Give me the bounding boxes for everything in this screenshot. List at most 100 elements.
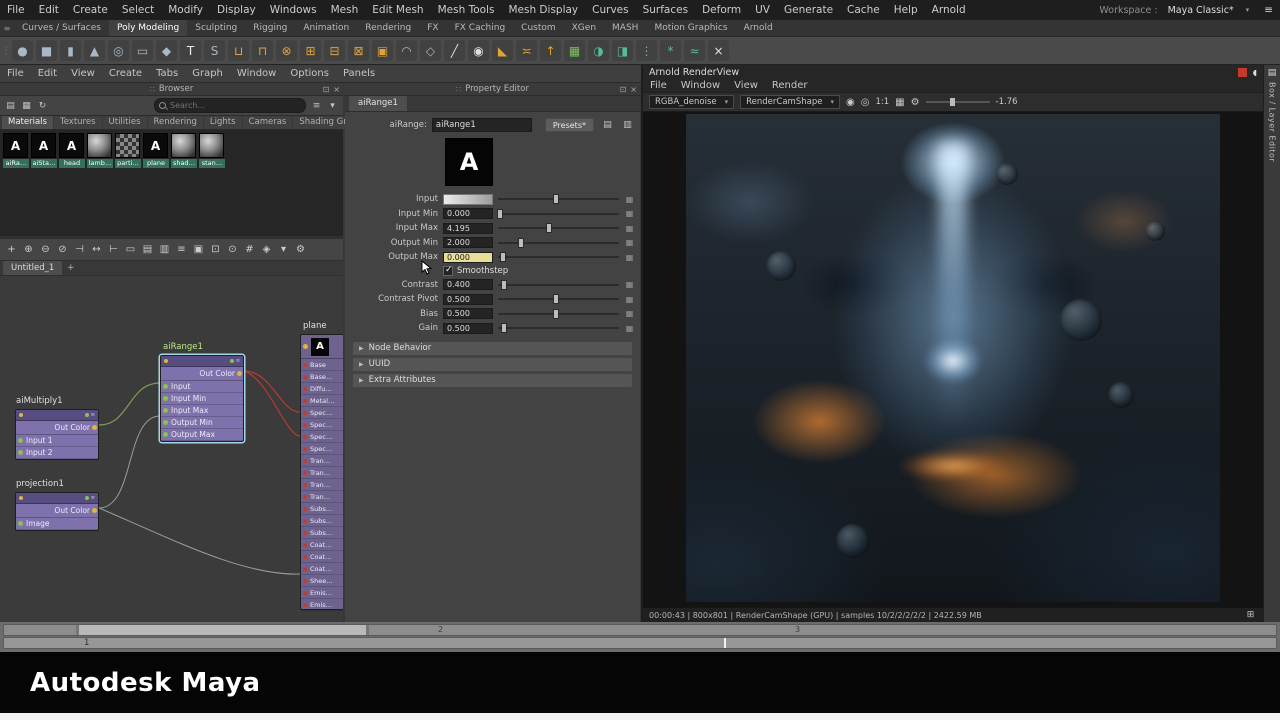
node-name-input[interactable] (432, 118, 532, 132)
node-attr-row[interactable]: Subs… (301, 503, 343, 515)
exposure-slider[interactable] (926, 96, 990, 108)
menu-item[interactable]: Surfaces (636, 0, 695, 20)
property-tab[interactable]: aiRange1 (349, 96, 407, 111)
node-graph-canvas[interactable]: aiRange1 ≡ Out Color InputInput MinInput… (0, 276, 343, 622)
material-swatch[interactable]: plane (143, 133, 169, 168)
menu-item[interactable]: Arnold (925, 0, 973, 20)
snap-icon[interactable]: ◈ (259, 242, 274, 258)
input-port[interactable] (303, 543, 307, 547)
slider-handle[interactable] (546, 223, 552, 233)
render-image-area[interactable] (643, 112, 1263, 607)
node-attr-row[interactable]: Metal… (301, 395, 343, 407)
menu-item[interactable]: Generate (777, 0, 840, 20)
shelf-tab[interactable]: FX (419, 20, 446, 36)
input-port[interactable] (303, 399, 307, 403)
grid-toggle-icon[interactable]: # (242, 242, 257, 258)
input-port[interactable] (303, 411, 307, 415)
collapsed-section[interactable]: ▶ Node Behavior (353, 342, 632, 355)
node-attr-row[interactable]: Base (301, 359, 343, 371)
pinch-brush-icon[interactable]: × (708, 40, 729, 61)
zoom-level[interactable]: 1:1 (875, 97, 889, 107)
attr-value-field[interactable]: 0.000 (443, 208, 493, 219)
browser-tab[interactable]: Utilities (103, 116, 147, 129)
poly-type-icon[interactable]: T (180, 40, 201, 61)
panel-menu-icon[interactable]: ▾ (326, 99, 339, 112)
sculpt-brush-icon[interactable]: * (660, 40, 681, 61)
poly-cylinder-icon[interactable]: ▮ (60, 40, 81, 61)
bookmarks-icon[interactable]: ▾ (276, 242, 291, 258)
shelf-tab[interactable]: Curves / Surfaces (14, 20, 109, 36)
reduce-mesh-icon[interactable]: ◇ (420, 40, 441, 61)
slider-handle[interactable] (497, 209, 503, 219)
attr-slider[interactable] (498, 237, 619, 249)
connection-wire[interactable] (99, 508, 300, 574)
map-button-icon[interactable]: ▦ (624, 309, 635, 318)
slider-handle[interactable] (518, 238, 524, 248)
average-vertices-icon[interactable]: ⋮ (636, 40, 657, 61)
frame-all-icon[interactable]: ▣ (191, 242, 206, 258)
material-swatch[interactable]: parti… (115, 133, 141, 168)
clear-graph-icon[interactable]: ⊘ (55, 242, 70, 258)
extrude-icon[interactable]: ↑ (540, 40, 561, 61)
multi-cut-icon[interactable]: ╱ (444, 40, 465, 61)
slider-handle[interactable] (501, 280, 507, 290)
sidebar-toggle-icon[interactable]: ▤ (1268, 68, 1277, 78)
input-port[interactable] (163, 432, 168, 437)
node-attr-row[interactable]: Spec… (301, 407, 343, 419)
frame-selected-icon[interactable]: ⊡ (208, 242, 223, 258)
browser-tab[interactable]: Textures (54, 116, 102, 129)
input-port[interactable] (303, 579, 307, 583)
attr-value-field[interactable]: 0.500 (443, 294, 493, 305)
renderview-menu-item[interactable]: Render (765, 79, 815, 92)
shelf-tab[interactable]: XGen (564, 20, 604, 36)
collapsed-section[interactable]: ▶ Extra Attributes (353, 374, 632, 387)
menu-item[interactable]: Mesh (324, 0, 366, 20)
attr-value-field[interactable]: 0.500 (443, 323, 493, 334)
shelf-tab[interactable]: FX Caching (447, 20, 514, 36)
input-port[interactable] (163, 420, 168, 425)
input-port[interactable] (18, 450, 23, 455)
extract-icon[interactable]: ⊠ (348, 40, 369, 61)
boolean-difference-icon[interactable]: ⊓ (252, 40, 273, 61)
slider-handle[interactable] (501, 323, 507, 333)
menu-item[interactable]: Display (210, 0, 263, 20)
node-attr-row[interactable]: Shee… (301, 575, 343, 587)
node-attr-row[interactable]: Spec… (301, 431, 343, 443)
camera-dropdown[interactable]: RenderCamShape ▾ (740, 95, 840, 109)
node-airange1[interactable]: ≡ Out Color InputInput MinInput MaxOutpu… (160, 355, 244, 442)
separate-icon[interactable]: ⊟ (324, 40, 345, 61)
connected-view-icon[interactable]: ▤ (140, 242, 155, 258)
shelf-tab[interactable]: Rendering (357, 20, 419, 36)
input-port[interactable] (303, 531, 307, 535)
map-button-icon[interactable]: ▦ (624, 324, 635, 333)
current-frame-indicator[interactable] (724, 638, 726, 648)
smoothstep-checkbox[interactable]: ✓ (443, 266, 453, 276)
collapsed-section[interactable]: ▶ UUID (353, 358, 632, 371)
boolean-union-icon[interactable]: ⊔ (228, 40, 249, 61)
attr-value-field[interactable]: 2.000 (443, 237, 493, 248)
node-input-row[interactable]: Input (161, 381, 243, 393)
add-to-graph-icon[interactable]: ⊕ (21, 242, 36, 258)
snapshot-icon[interactable]: ◉ (846, 97, 855, 108)
node-attr-row[interactable]: Subs… (301, 527, 343, 539)
swatch-size-icon[interactable]: ▦ (20, 99, 33, 112)
node-plane[interactable]: A BaseBase…Diffu…Metal…Spec…Spec…Spec…Sp… (300, 334, 343, 610)
mirror-icon[interactable]: ◑ (588, 40, 609, 61)
input-port[interactable] (303, 423, 307, 427)
attr-slider[interactable] (498, 193, 619, 205)
node-attr-row[interactable]: Tran… (301, 455, 343, 467)
input-port[interactable] (163, 396, 168, 401)
node-menu-icon[interactable]: ≡ (91, 412, 95, 418)
browser-tab[interactable]: Shading Gr (293, 116, 352, 129)
refresh-swatches-icon[interactable]: ↻ (36, 99, 49, 112)
menu-item[interactable]: Edit (32, 0, 66, 20)
align-nodes-icon[interactable]: ≡ (174, 242, 189, 258)
attr-slider[interactable] (498, 308, 619, 320)
node-attr-row[interactable]: Subs… (301, 515, 343, 527)
float-panel-icon[interactable]: ⊡ (323, 83, 330, 96)
node-attr-row[interactable]: Coat… (301, 563, 343, 575)
speaker-icon[interactable]: ◖ (1253, 68, 1257, 77)
input-port[interactable] (303, 519, 307, 523)
copy-tab-icon[interactable]: ▥ (621, 119, 634, 132)
node-attr-row[interactable]: Spec… (301, 443, 343, 455)
